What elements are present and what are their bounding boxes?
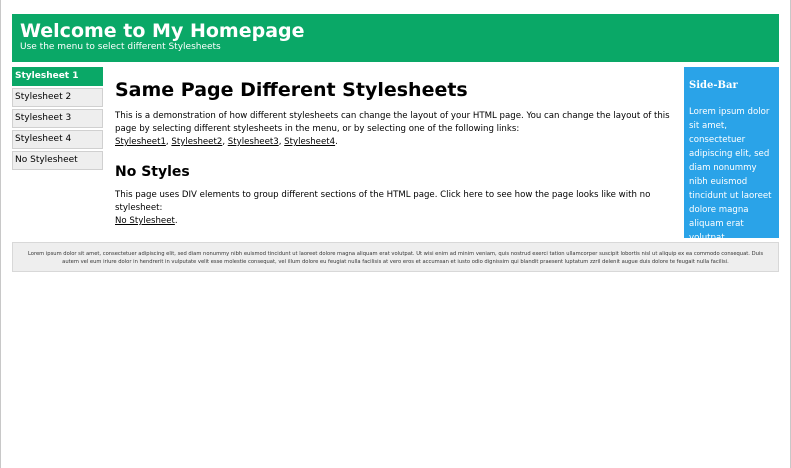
link-stylesheet4[interactable]: Stylesheet4	[284, 137, 335, 147]
header-subtitle: Use the menu to select different Stylesh…	[20, 42, 221, 52]
menu-item-stylesheet-2[interactable]: Stylesheet 2	[12, 88, 103, 107]
page: Welcome to My Homepage Use the menu to s…	[0, 0, 791, 468]
menu-item-stylesheet-4[interactable]: Stylesheet 4	[12, 130, 103, 149]
intro-text: This is a demonstration of how different…	[115, 111, 670, 134]
sidebar-text: Lorem ipsum dolor sit amet, consectetuer…	[689, 107, 772, 243]
link-stylesheet2[interactable]: Stylesheet2	[171, 137, 222, 147]
window-border-left	[0, 0, 1, 468]
intro-paragraph: This is a demonstration of how different…	[115, 111, 670, 147]
main-content: Same Page Different Stylesheets This is …	[115, 78, 681, 228]
header: Welcome to My Homepage Use the menu to s…	[12, 14, 779, 62]
no-styles-text: This page uses DIV elements to group dif…	[115, 190, 651, 213]
menu-item-no-stylesheet[interactable]: No Stylesheet	[12, 151, 103, 170]
side-bar: Side-Bar Lorem ipsum dolor sit amet, con…	[684, 67, 779, 243]
no-styles-heading: No Styles	[115, 164, 190, 180]
no-stylesheet-end-punctuation: .	[174, 216, 178, 226]
link-stylesheet1[interactable]: Stylesheet1	[115, 137, 166, 147]
link-stylesheet3[interactable]: Stylesheet3	[228, 137, 279, 147]
stylesheet-menu: Stylesheet 1 Stylesheet 2 Stylesheet 3 S…	[12, 67, 103, 172]
menu-item-stylesheet-1[interactable]: Stylesheet 1	[12, 67, 103, 86]
main-heading: Same Page Different Stylesheets	[115, 79, 468, 101]
menu-item-stylesheet-3[interactable]: Stylesheet 3	[12, 109, 103, 128]
no-styles-paragraph: This page uses DIV elements to group dif…	[115, 189, 681, 228]
links-end-punctuation: .	[335, 137, 338, 147]
footer-text: Lorem ipsum dolor sit amet, consectetuer…	[27, 251, 764, 265]
footer: Lorem ipsum dolor sit amet, consectetuer…	[12, 242, 779, 272]
sidebar-title: Side-Bar	[689, 80, 738, 91]
page-title: Welcome to My Homepage	[20, 20, 305, 42]
link-no-stylesheet[interactable]: No Stylesheet	[115, 216, 175, 226]
